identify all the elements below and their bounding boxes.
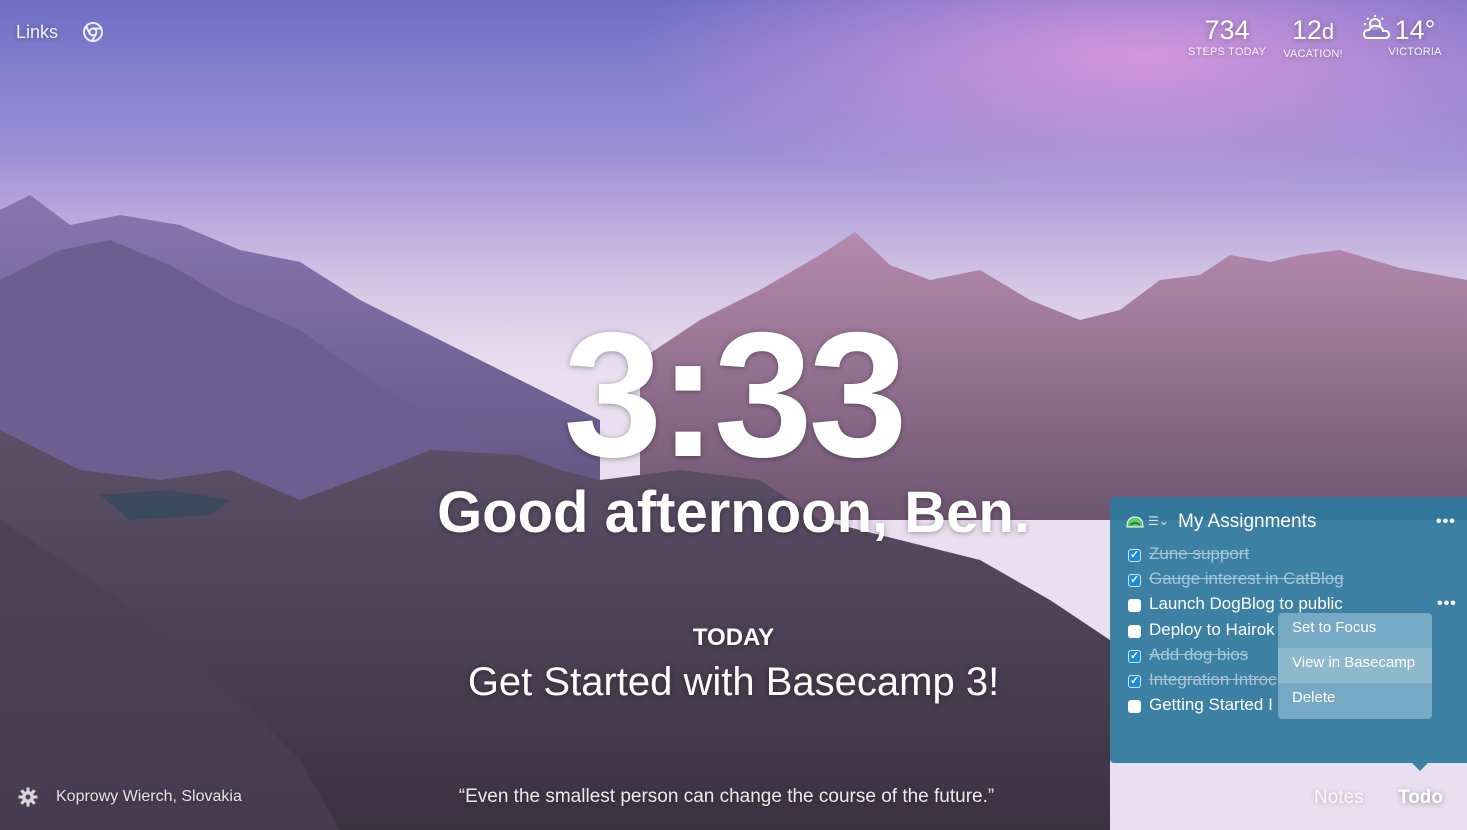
weather-location-label: VICTORIA: [1388, 46, 1442, 58]
todo-item[interactable]: Gauge interest in CatBlog: [1128, 568, 1458, 593]
todo-list-title[interactable]: My Assignments: [1178, 511, 1316, 533]
todo-item-text: Deploy to Hairok: [1149, 619, 1275, 639]
vacation-label: VACATION!: [1283, 48, 1343, 60]
more-options-icon[interactable]: •••: [1436, 514, 1456, 530]
links-button[interactable]: Links: [16, 22, 58, 43]
todo-checkbox[interactable]: [1128, 674, 1141, 688]
chrome-icon[interactable]: [83, 22, 103, 42]
todo-item-text: Gauge interest in CatBlog: [1149, 569, 1344, 589]
todo-checkbox[interactable]: [1128, 573, 1141, 588]
todo-panel-caret: [1412, 763, 1428, 771]
todo-item-text: Integration Introc: [1149, 669, 1277, 689]
weather-widget[interactable]: 14° VICTORIA: [1386, 14, 1444, 58]
todo-item-text: Zune support: [1149, 544, 1250, 563]
todo-panel-header: ☰⌄ My Assignments •••: [1124, 511, 1456, 533]
basecamp-icon[interactable]: [1126, 515, 1144, 529]
temperature-value: 14°: [1394, 15, 1436, 45]
menu-view-in-basecamp[interactable]: View in Basecamp: [1278, 648, 1432, 683]
todo-item-text: Launch DogBlog to public: [1149, 594, 1343, 614]
item-more-icon[interactable]: •••: [1437, 596, 1457, 612]
todo-button[interactable]: Todo: [1398, 787, 1443, 809]
menu-set-to-focus[interactable]: Set to Focus: [1278, 613, 1432, 648]
steps-label: STEPS TODAY: [1187, 46, 1266, 58]
quote[interactable]: “Even the smallest person can change the…: [0, 786, 1453, 808]
todo-item-text: Getting Started I: [1149, 695, 1273, 715]
todo-checkbox[interactable]: [1128, 599, 1141, 613]
todo-checkbox[interactable]: [1128, 700, 1141, 714]
todo-item[interactable]: Zune support: [1128, 543, 1458, 568]
menu-delete[interactable]: Delete: [1278, 683, 1432, 718]
steps-value: 734: [1204, 15, 1250, 45]
vacation-countdown[interactable]: 12d VACATION!: [1280, 14, 1346, 60]
todo-context-menu: Set to Focus View in Basecamp Delete: [1278, 613, 1432, 719]
todo-checkbox[interactable]: [1128, 649, 1141, 663]
notes-button[interactable]: Notes: [1314, 787, 1364, 809]
todo-item-text: Add dog bios: [1149, 644, 1249, 664]
vacation-unit: d: [1321, 19, 1335, 44]
todo-checkbox[interactable]: [1128, 548, 1141, 562]
clock[interactable]: 3:33: [0, 300, 1467, 490]
todo-checkbox[interactable]: [1128, 624, 1141, 638]
vacation-value: 12: [1291, 15, 1322, 45]
list-switcher-icon[interactable]: ☰⌄: [1148, 514, 1169, 528]
steps-metric[interactable]: 734 STEPS TODAY: [1186, 14, 1268, 58]
